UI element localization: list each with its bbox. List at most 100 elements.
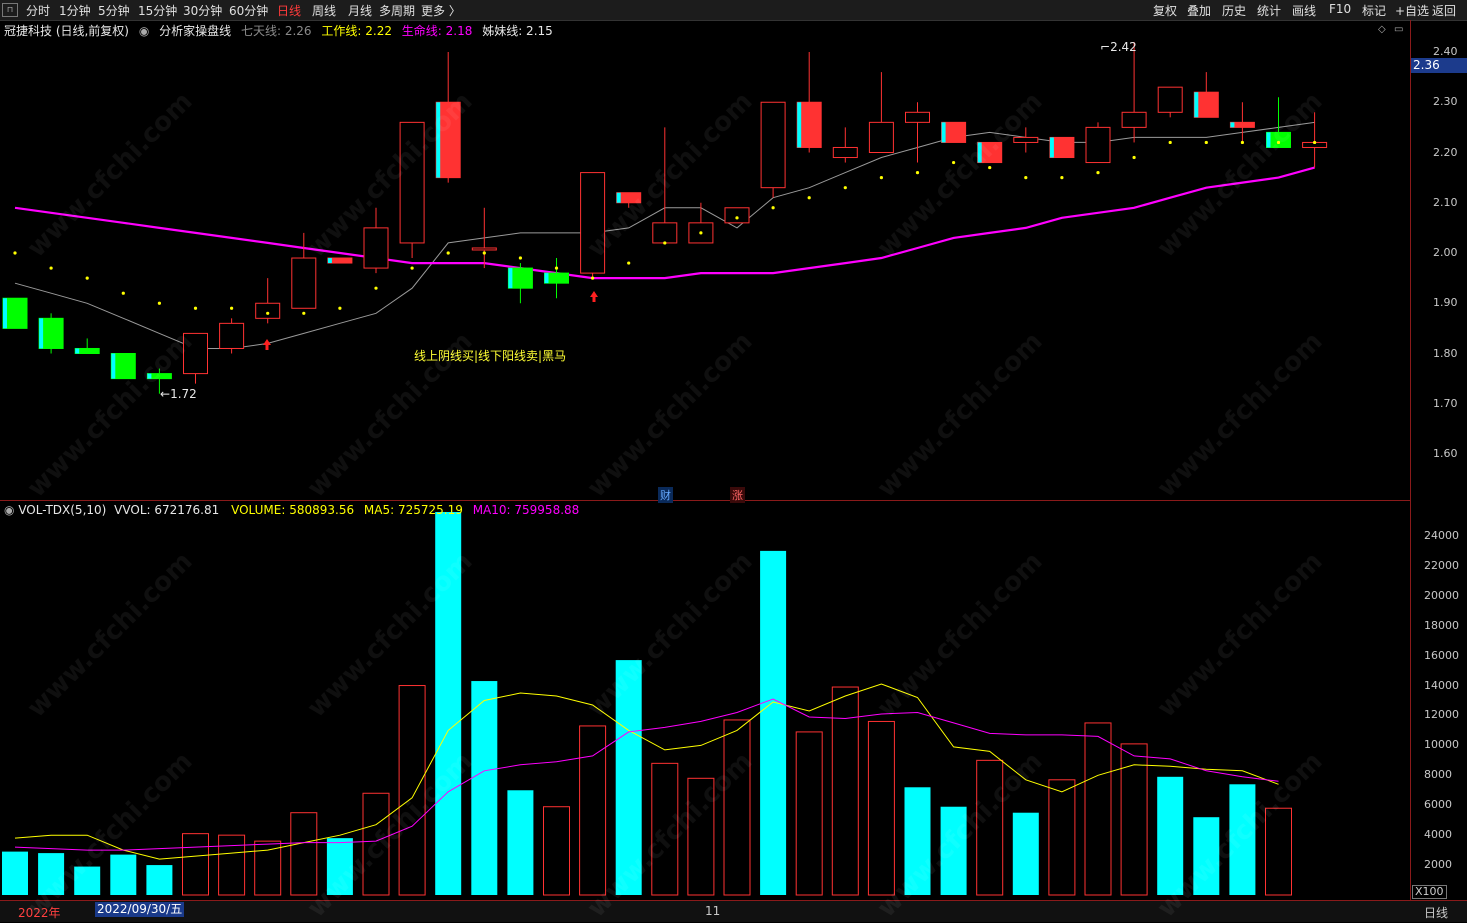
- candle-body: [183, 332, 208, 375]
- ma10-value: MA10: 759958.88: [472, 503, 580, 517]
- candle-edge: [3, 298, 7, 329]
- tool-2[interactable]: 历史: [1222, 2, 1246, 19]
- candle-edge: [941, 122, 946, 143]
- workline-dot: [230, 306, 234, 310]
- candle-edge: [111, 353, 116, 379]
- candle-body: [1013, 136, 1039, 143]
- candle-body: [219, 322, 245, 349]
- volume-bar: [543, 806, 570, 896]
- volume-bar: [1193, 817, 1220, 895]
- price-tick: 1.90: [1433, 296, 1458, 310]
- price-tick: 2.20: [1433, 145, 1458, 159]
- tool-6[interactable]: 标记: [1362, 2, 1386, 19]
- price-tick: 2.00: [1433, 246, 1458, 259]
- tab-4[interactable]: 30分钟: [183, 2, 222, 19]
- tab-8[interactable]: 月线: [348, 2, 372, 19]
- candlestick-chart[interactable]: [0, 20, 1410, 900]
- candle-edge: [1194, 92, 1199, 118]
- price-tick: 1.60: [1433, 447, 1458, 460]
- rise-chip[interactable]: 涨: [730, 487, 745, 503]
- candle-body: [399, 121, 425, 244]
- volume-bar: [687, 777, 715, 896]
- vol-title[interactable]: VOL-TDX(5,10): [18, 503, 106, 517]
- volume-bar: [1084, 722, 1112, 896]
- tab-7[interactable]: 周线: [312, 2, 336, 19]
- candle-body: [471, 247, 497, 251]
- tool-0[interactable]: 复权: [1153, 2, 1177, 19]
- workline-dot: [627, 261, 631, 265]
- volume-toggle-icon[interactable]: ◉: [4, 503, 14, 517]
- candle-body: [868, 121, 894, 153]
- candle-edge: [327, 258, 332, 264]
- volume-bar: [38, 853, 65, 895]
- tool-7[interactable]: +自选: [1395, 2, 1429, 19]
- workline-dot: [518, 256, 523, 260]
- candle-body: [1121, 111, 1147, 128]
- tool-4[interactable]: 画线: [1292, 2, 1316, 19]
- volume-bar: [507, 790, 534, 895]
- tab-1[interactable]: 1分钟: [59, 2, 91, 19]
- tab-5[interactable]: 60分钟: [229, 2, 268, 19]
- workline-dot: [193, 306, 198, 310]
- price-tick: 2.40: [1433, 45, 1458, 58]
- volume-bar: [326, 838, 353, 895]
- volume-tick: 12000: [1424, 708, 1459, 722]
- volume-bar: [723, 719, 751, 896]
- workline-dot: [410, 266, 414, 270]
- volume-bar: [110, 854, 137, 895]
- volume-bar: [1229, 784, 1256, 895]
- low-value: 1.72: [170, 387, 197, 401]
- tool-8[interactable]: 返回: [1432, 2, 1456, 19]
- tool-5[interactable]: F10: [1329, 2, 1351, 16]
- period-toolbar: ⊓ 分时 1分钟 5分钟 15分钟 30分钟 60分钟 日线 周线 月线 多周期 更多 〉 复权 叠加…: [0, 0, 1467, 21]
- high-annotation: ⌐2.42: [1100, 40, 1137, 54]
- tool-3[interactable]: 统计: [1257, 2, 1281, 19]
- candle-edge: [977, 142, 982, 163]
- tab-2[interactable]: 5分钟: [98, 2, 130, 19]
- volume-tick: 4000: [1424, 828, 1452, 842]
- volume-bar: [182, 833, 209, 896]
- workline-dot: [915, 171, 920, 175]
- tab-3[interactable]: 15分钟: [138, 2, 177, 19]
- restore-icon[interactable]: ⊓: [2, 3, 18, 17]
- tab-9[interactable]: 多周期: [379, 2, 415, 19]
- volume-bar: [1048, 779, 1076, 896]
- month-label: 11: [705, 904, 721, 918]
- candle-body: [832, 146, 858, 159]
- candle-body: [291, 257, 317, 309]
- finance-chip[interactable]: 财: [658, 487, 673, 503]
- volume-bar: [651, 762, 679, 896]
- volume-tick: 14000: [1424, 678, 1459, 692]
- workline-dot: [374, 286, 378, 290]
- period-label[interactable]: 日线: [1424, 904, 1448, 921]
- tab-6[interactable]: 日线: [277, 2, 301, 19]
- tool-1[interactable]: 叠加: [1187, 2, 1211, 19]
- tab-0[interactable]: 分时: [26, 2, 50, 19]
- workline-dot: [85, 276, 89, 280]
- workline-dot: [1168, 140, 1172, 145]
- current-price-tag: 2.36: [1411, 58, 1467, 73]
- volume-bar: [290, 812, 318, 896]
- volume-bar: [904, 787, 931, 895]
- candle-edge: [616, 192, 621, 203]
- tab-10[interactable]: 更多 〉: [421, 2, 461, 19]
- workline-dot: [338, 306, 342, 310]
- workline-dot: [554, 266, 559, 270]
- volume-bar: [579, 725, 607, 896]
- candle-body: [724, 207, 750, 224]
- workline-dot: [482, 251, 486, 255]
- price-tick: 1.80: [1433, 346, 1458, 360]
- price-tick: 1.70: [1433, 396, 1458, 410]
- volume-bar: [2, 851, 28, 895]
- volume-bar: [1265, 807, 1292, 896]
- volume-value: VOLUME: 580893.56: [231, 503, 355, 517]
- workline-dot: [121, 291, 125, 295]
- volume-bar: [760, 550, 787, 895]
- workline-dot: [591, 276, 595, 280]
- candle-edge: [1230, 122, 1235, 128]
- candle-body: [760, 101, 786, 189]
- volume-bar: [471, 681, 498, 895]
- volume-bar: [795, 731, 823, 896]
- workline-dot: [843, 186, 847, 190]
- pane-divider[interactable]: [0, 500, 1410, 501]
